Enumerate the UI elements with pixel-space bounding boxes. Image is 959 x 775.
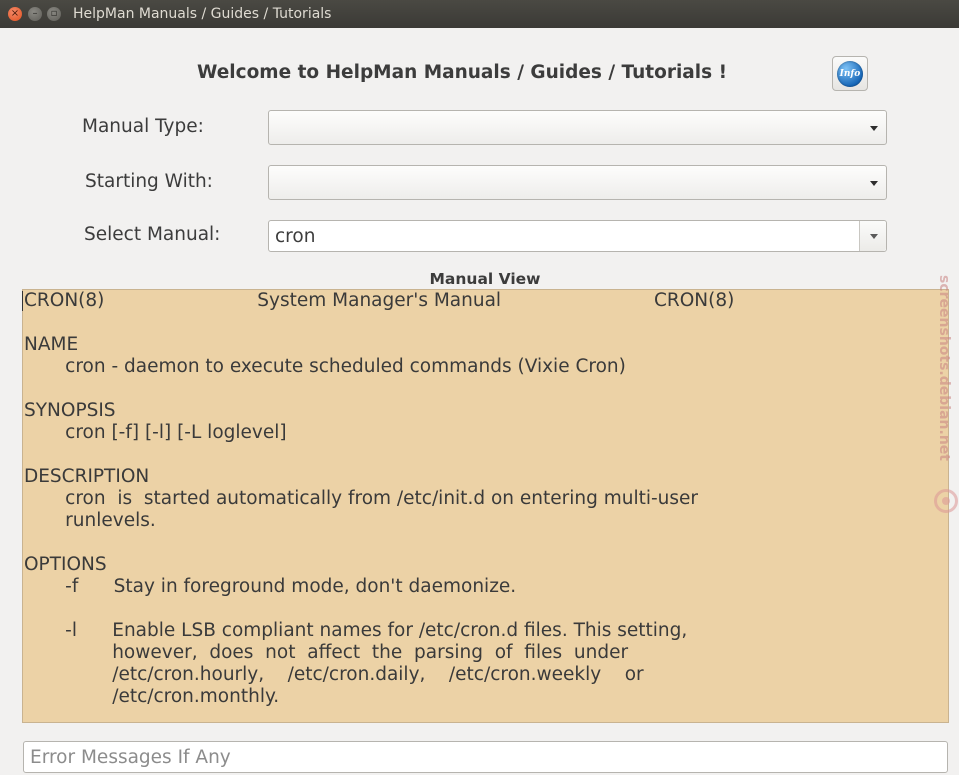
window-close-button[interactable]: × — [8, 7, 22, 21]
window-maximize-button[interactable]: ▫ — [47, 7, 61, 21]
window-title: HelpMan Manuals / Guides / Tutorials — [73, 6, 332, 22]
error-messages-input[interactable] — [24, 742, 947, 772]
manual-content: CRON(8) System Manager's Manual CRON(8) … — [24, 290, 735, 707]
window-titlebar: × – ▫ HelpMan Manuals / Guides / Tutoria… — [0, 0, 959, 28]
manual-type-dropdown[interactable] — [268, 110, 887, 145]
select-manual-dropdown-button[interactable] — [859, 221, 886, 251]
chevron-down-icon — [870, 126, 878, 131]
manual-view-text-area[interactable]: CRON(8) System Manager's Manual CRON(8) … — [22, 289, 949, 723]
starting-with-label: Starting With: — [85, 171, 213, 192]
select-manual-combobox[interactable] — [268, 220, 887, 252]
select-manual-input[interactable] — [269, 221, 859, 251]
window-minimize-button[interactable]: – — [28, 7, 42, 21]
manual-type-label: Manual Type: — [82, 116, 204, 137]
info-globe-icon: Info — [837, 60, 863, 87]
watermark-logo-icon — [934, 489, 958, 513]
chevron-down-icon — [870, 181, 878, 186]
welcome-heading: Welcome to HelpMan Manuals / Guides / Tu… — [197, 62, 728, 83]
manual-view-title: Manual View — [429, 270, 541, 288]
text-caret — [22, 291, 23, 311]
watermark-text: screenshots.debian.net — [936, 275, 952, 461]
starting-with-dropdown[interactable] — [268, 165, 887, 200]
info-button[interactable]: Info — [832, 56, 868, 91]
error-messages-field[interactable] — [23, 741, 948, 773]
select-manual-label: Select Manual: — [84, 224, 221, 245]
chevron-down-icon — [870, 234, 878, 239]
